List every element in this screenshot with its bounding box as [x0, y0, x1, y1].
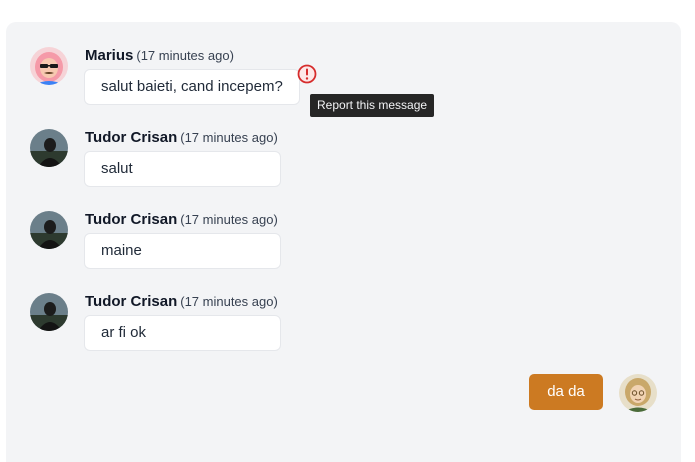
- message-bubble: salut baieti, cand incepem?: [84, 69, 300, 105]
- author-name: Tudor Crisan: [85, 211, 178, 228]
- message-header: Tudor Crisan (17 minutes ago): [85, 293, 278, 311]
- chat-panel: Marius (17 minutes ago) salut baieti, can…: [6, 22, 681, 462]
- author-name: Marius: [85, 47, 134, 64]
- report-message-button[interactable]: [297, 64, 317, 84]
- chat-message: Tudor Crisan (17 minutes ago) salut: [6, 129, 681, 199]
- photo-avatar-icon: [30, 129, 68, 167]
- chat-message: Tudor Crisan (17 minutes ago) maine: [6, 211, 681, 281]
- user-avatar[interactable]: [30, 47, 68, 85]
- message-time: (17 minutes ago): [180, 212, 278, 227]
- message-time: (17 minutes ago): [180, 130, 278, 145]
- user-avatar[interactable]: [30, 293, 68, 331]
- own-avatar[interactable]: [619, 374, 657, 412]
- user-avatar[interactable]: [30, 129, 68, 167]
- author-name: Tudor Crisan: [85, 129, 178, 146]
- cartoon-avatar-icon: [619, 374, 657, 412]
- own-message-bubble: da da: [529, 374, 603, 410]
- user-avatar[interactable]: [30, 211, 68, 249]
- chat-message: Tudor Crisan (17 minutes ago) ar fi ok: [6, 293, 681, 363]
- photo-avatar-icon: [30, 293, 68, 331]
- message-header: Tudor Crisan (17 minutes ago): [85, 129, 278, 147]
- author-name: Tudor Crisan: [85, 293, 178, 310]
- message-time: (17 minutes ago): [136, 48, 234, 63]
- message-bubble: ar fi ok: [84, 315, 281, 351]
- message-header: Tudor Crisan (17 minutes ago): [85, 211, 278, 229]
- message-bubble: maine: [84, 233, 281, 269]
- report-tooltip: Report this message: [310, 94, 435, 117]
- message-bubble: salut: [84, 151, 281, 187]
- message-time: (17 minutes ago): [180, 294, 278, 309]
- alert-circle-icon: [297, 64, 317, 84]
- message-header: Marius (17 minutes ago): [85, 47, 234, 65]
- cartoon-avatar-icon: [30, 47, 68, 85]
- photo-avatar-icon: [30, 211, 68, 249]
